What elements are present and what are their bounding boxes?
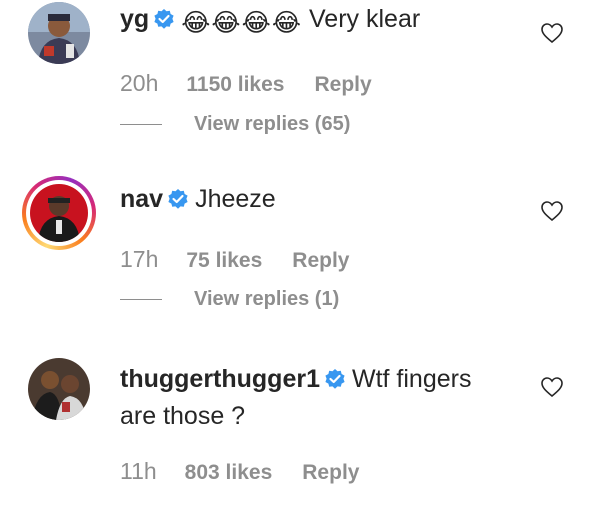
- view-replies-button[interactable]: View replies (65): [120, 113, 350, 136]
- laughing-emoji-icon: 😂: [271, 9, 302, 37]
- verified-badge-icon: [167, 185, 189, 219]
- comment-meta: 20h 1150 likes Reply: [120, 70, 372, 97]
- comment-meta: 17h 75 likes Reply: [120, 246, 349, 273]
- timestamp[interactable]: 11h: [120, 458, 157, 485]
- verified-badge-icon: [324, 365, 346, 399]
- reply-button[interactable]: Reply: [302, 461, 359, 485]
- timestamp[interactable]: 20h: [120, 70, 158, 97]
- avatar[interactable]: [28, 358, 90, 420]
- username[interactable]: yg: [120, 5, 149, 33]
- comment-body: Very klear: [309, 5, 421, 33]
- likes-count[interactable]: 1150 likes: [186, 73, 284, 97]
- heart-icon[interactable]: [540, 376, 564, 403]
- verified-badge-icon: [153, 5, 175, 39]
- avatar-image: [30, 184, 88, 242]
- comment-text: yg 😂😂😂😂 Very klear: [120, 2, 520, 40]
- view-replies-label: View replies (1): [194, 288, 340, 310]
- laughing-emoji-icon: 😂: [211, 9, 241, 37]
- view-replies-label: View replies (65): [194, 113, 351, 135]
- laughing-emoji-icon: 😂: [181, 9, 211, 37]
- comment-text: nav Jheeze: [120, 182, 520, 219]
- heart-icon[interactable]: [540, 22, 564, 49]
- heart-icon[interactable]: [540, 200, 564, 227]
- avatar[interactable]: [22, 176, 96, 250]
- reply-button[interactable]: Reply: [314, 73, 371, 97]
- username[interactable]: thuggerthugger1: [120, 365, 320, 393]
- laughing-emoji-icon: 😂: [241, 9, 271, 37]
- replies-divider: [120, 299, 162, 300]
- view-replies-button[interactable]: View replies (1): [120, 288, 339, 311]
- reply-button[interactable]: Reply: [292, 249, 349, 273]
- likes-count[interactable]: 803 likes: [185, 461, 273, 485]
- avatar[interactable]: [28, 2, 90, 64]
- replies-divider: [120, 124, 162, 125]
- comment-body: Jheeze: [195, 185, 276, 213]
- timestamp[interactable]: 17h: [120, 246, 158, 273]
- likes-count[interactable]: 75 likes: [186, 249, 262, 273]
- comment-text: thuggerthugger1 Wtf fingers are those ?: [120, 362, 510, 433]
- comment-meta: 11h 803 likes Reply: [120, 458, 359, 485]
- username[interactable]: nav: [120, 185, 163, 213]
